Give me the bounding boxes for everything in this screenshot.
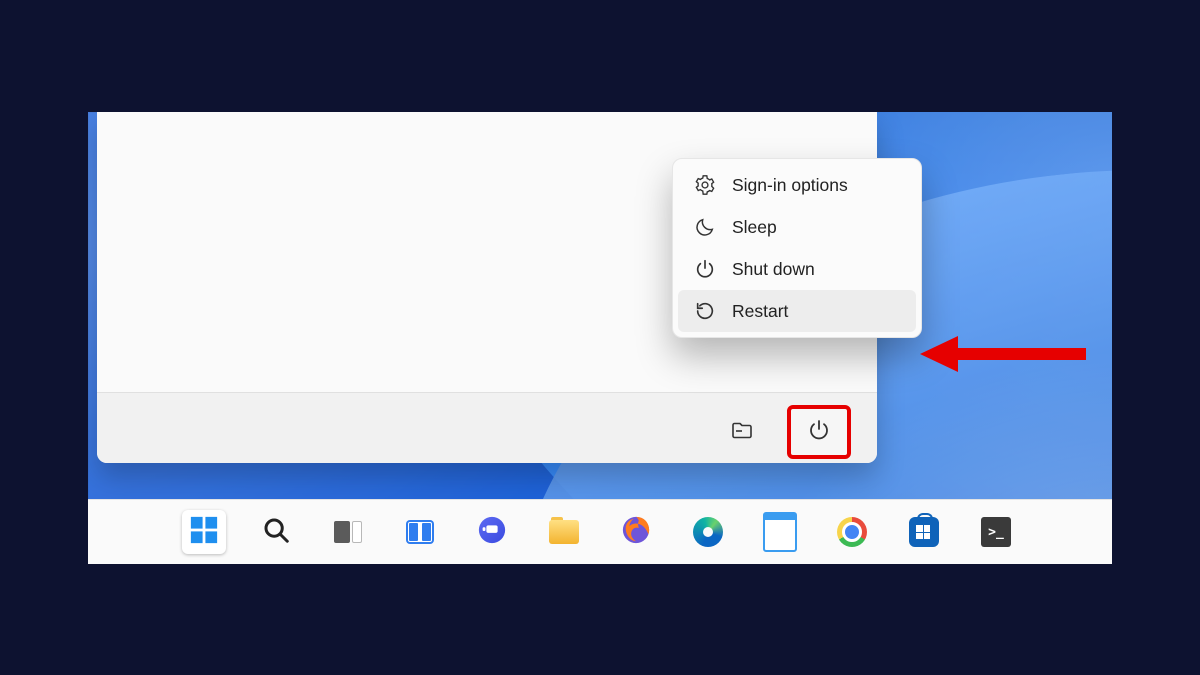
chat-icon [477, 515, 507, 550]
task-view-icon [334, 521, 362, 543]
file-explorer-button[interactable] [542, 510, 586, 554]
taskbar: >_ [88, 499, 1112, 564]
edge-button[interactable] [686, 510, 730, 554]
firefox-button[interactable] [614, 510, 658, 554]
task-view-button[interactable] [326, 510, 370, 554]
terminal-button[interactable]: >_ [974, 510, 1018, 554]
windows-logo-icon [189, 515, 219, 550]
file-explorer-icon [549, 520, 579, 544]
folder-outline-icon [730, 418, 754, 447]
notepad-button[interactable] [758, 510, 802, 554]
power-flyout-menu: Sign-in options Sleep Shut down [672, 158, 922, 338]
start-menu-footer [97, 392, 877, 463]
desktop-capture: Sign-in options Sleep Shut down [88, 112, 1112, 564]
menu-item-shut-down[interactable]: Shut down [678, 248, 916, 290]
menu-item-label: Shut down [732, 259, 815, 280]
start-button[interactable] [182, 510, 226, 554]
chat-button[interactable] [470, 510, 514, 554]
menu-item-sleep[interactable]: Sleep [678, 206, 916, 248]
widgets-icon [406, 520, 434, 544]
menu-item-restart[interactable]: Restart [678, 290, 916, 332]
gear-icon [694, 174, 716, 196]
chrome-icon [837, 517, 867, 547]
microsoft-store-button[interactable] [902, 510, 946, 554]
footer-folder-button[interactable] [723, 413, 761, 451]
terminal-icon: >_ [981, 517, 1011, 547]
menu-item-label: Sign-in options [732, 175, 848, 196]
moon-icon [694, 216, 716, 238]
menu-item-sign-in-options[interactable]: Sign-in options [678, 164, 916, 206]
annotation-arrow [918, 332, 1088, 381]
edge-icon [693, 517, 723, 547]
menu-item-label: Restart [732, 301, 788, 322]
chrome-button[interactable] [830, 510, 874, 554]
microsoft-store-icon [909, 517, 939, 547]
firefox-icon [621, 515, 651, 550]
search-button[interactable] [254, 510, 298, 554]
restart-icon [694, 300, 716, 322]
search-icon [261, 515, 291, 550]
power-icon [807, 418, 831, 447]
power-button[interactable] [791, 409, 847, 455]
power-icon [694, 258, 716, 280]
notepad-icon [763, 512, 797, 552]
menu-item-label: Sleep [732, 217, 777, 238]
widgets-button[interactable] [398, 510, 442, 554]
